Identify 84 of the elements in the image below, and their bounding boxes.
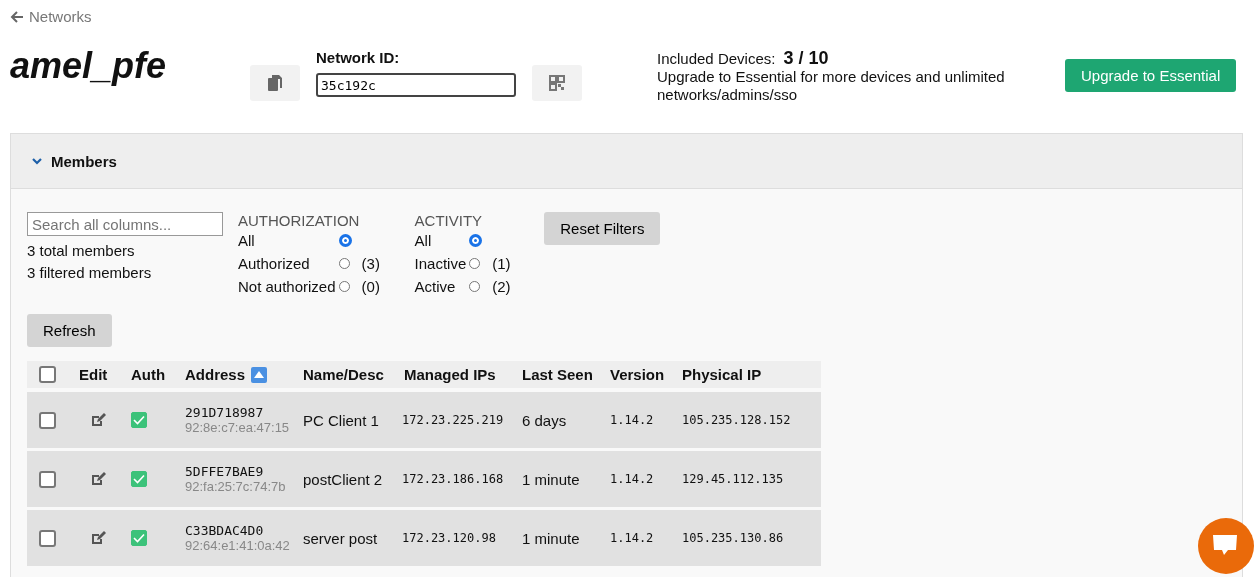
physical-ip: 105.235.128.152 (682, 413, 791, 427)
back-link[interactable]: Networks (0, 0, 92, 25)
refresh-button[interactable]: Refresh (27, 314, 112, 347)
authorized-checkbox[interactable] (131, 471, 147, 487)
sort-ascending-icon[interactable] (251, 366, 268, 383)
radio-button[interactable] (338, 234, 352, 247)
check-icon (133, 415, 145, 425)
included-devices-label: Included Devices: (657, 50, 776, 68)
network-name: amel_pfe (10, 45, 168, 87)
chevron-down-icon (31, 155, 43, 167)
filter-option-label: Active (414, 277, 457, 297)
copy-button[interactable] (250, 65, 300, 101)
check-icon (133, 474, 145, 484)
radio-button[interactable] (338, 281, 350, 292)
select-all-checkbox[interactable] (39, 366, 56, 383)
edit-icon (89, 471, 106, 487)
qr-code-button[interactable] (532, 65, 582, 101)
radio-button[interactable] (469, 258, 481, 269)
network-id-field[interactable]: 35c192c (316, 73, 516, 97)
row-checkbox[interactable] (39, 411, 56, 429)
filter-option-label: All (238, 231, 256, 251)
radio-button[interactable] (469, 234, 483, 247)
mac-address: 92:64:e1:41:0a:42 (185, 538, 290, 553)
mac-address: 92:fa:25:7c:74:7b (185, 479, 286, 494)
filtered-members: 3 filtered members (27, 263, 153, 283)
edit-button[interactable] (89, 412, 106, 428)
managed-ip: 172.23.186.168 (402, 472, 504, 486)
member-address: 291D718987 (185, 405, 264, 420)
client-version: 1.14.2 (610, 531, 654, 545)
last-seen: 1 minute (522, 470, 580, 488)
edit-button[interactable] (89, 530, 106, 546)
authorized-checkbox[interactable] (131, 530, 147, 546)
filter-count: (2) (492, 277, 512, 297)
member-address: C33BDAC4D0 (185, 523, 264, 538)
member-name: server post (303, 529, 378, 547)
mac-address: 92:8e:c7:ea:47:15 (185, 420, 290, 435)
edit-button[interactable] (89, 471, 106, 487)
back-arrow-icon (10, 9, 24, 24)
filter-count: (1) (492, 254, 512, 274)
filter-title: AUTHORIZATION (238, 212, 361, 229)
column-header[interactable]: Name/Desc (303, 366, 384, 383)
radio-button[interactable] (469, 281, 481, 292)
members-header[interactable]: Members (11, 134, 1242, 189)
section-title: Members (51, 152, 117, 170)
column-header[interactable]: Physical IP (682, 366, 762, 383)
row-checkbox[interactable] (39, 470, 56, 488)
filter-option-label: Authorized (238, 254, 311, 274)
check-icon (133, 533, 145, 543)
upgrade-note: Upgrade to Essential for more devices and unlimited networks/admins/sso (657, 68, 1006, 104)
member-name: PC Client 1 (303, 411, 379, 429)
client-version: 1.14.2 (610, 472, 654, 486)
qr-code-icon (549, 75, 565, 91)
row-checkbox[interactable] (39, 529, 56, 547)
column-header[interactable]: Auth (131, 366, 166, 383)
physical-ip: 105.235.130.86 (682, 531, 784, 545)
member-name: postClient 2 (303, 470, 383, 488)
filter-option-label: All (414, 231, 433, 251)
edit-icon (89, 412, 106, 428)
filter-option-label: Not authorized (238, 277, 336, 297)
last-seen: 1 minute (522, 529, 580, 547)
filter-option-label: Inactive (414, 254, 467, 274)
reset-filters-button[interactable]: Reset Filters (544, 212, 661, 245)
filter-title: ACTIVITY (414, 212, 484, 229)
column-header[interactable]: Last Seen (522, 366, 593, 383)
filter-count: (3) (361, 254, 381, 274)
column-header[interactable]: Edit (79, 366, 108, 383)
physical-ip: 129.45.112.135 (682, 472, 784, 486)
column-header[interactable]: Managed IPs (404, 366, 496, 383)
network-id-label: Network ID: (316, 49, 401, 66)
authorized-checkbox[interactable] (131, 412, 147, 428)
included-devices-count: 3 / 10 (783, 49, 829, 67)
filter-count: (0) (361, 277, 381, 297)
radio-button[interactable] (338, 258, 350, 269)
managed-ip: 172.23.120.98 (402, 531, 496, 545)
column-header[interactable]: Version (610, 366, 665, 383)
copy-icon (267, 74, 283, 92)
client-version: 1.14.2 (610, 413, 654, 427)
total-members: 3 total members (27, 241, 136, 261)
last-seen: 6 days (522, 411, 567, 429)
managed-ip: 172.23.225.219 (402, 413, 504, 427)
column-header[interactable]: Address (185, 366, 246, 383)
member-address: 5DFFE7BAE9 (185, 464, 264, 479)
edit-icon (89, 530, 106, 546)
search-field[interactable]: Search all columns... (27, 212, 223, 236)
